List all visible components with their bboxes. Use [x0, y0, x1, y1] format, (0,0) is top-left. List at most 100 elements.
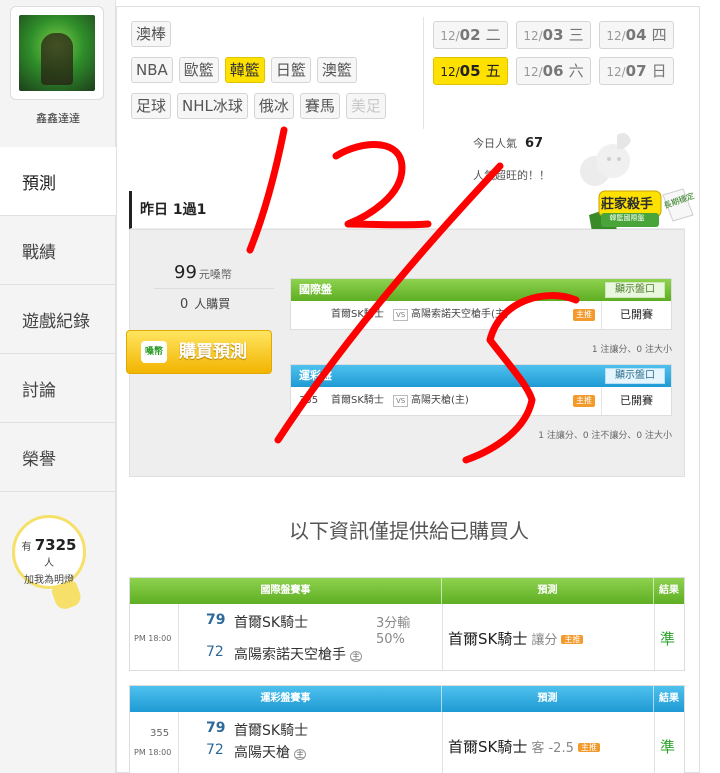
date-weekday: 六 [568, 62, 584, 80]
intl-market-note: 1 注讓分、0 注大小 [591, 345, 672, 355]
col-prediction: 預測 [442, 686, 654, 712]
follower-suffix: 人 [44, 558, 54, 569]
date-weekday: 五 [485, 62, 501, 80]
buyers-count: 0 [180, 297, 189, 312]
date-1207[interactable]: 12/07 日 [599, 57, 674, 85]
main-panel: 澳棒 NBA 歐籃 韓籃 日籃 澳籃 足球 NHL冰球 俄冰 賽馬 美足 12/… [116, 6, 700, 773]
home-icon: 主 [294, 749, 306, 760]
tab-soccer[interactable]: 足球 [131, 93, 172, 119]
sport-market-box: 運彩盤 顯示盤口 355 首爾SK騎士 VS 高陽天槍(主) 主推 已開賽 [290, 364, 672, 416]
vs-icon: VS [393, 395, 409, 407]
main-pick-tag: 主推 [573, 395, 595, 407]
follow-bulb[interactable]: 有 7325 人 加我為明燈 [12, 515, 86, 589]
pick: 首爾SK騎士 讓分 主推 [448, 628, 584, 649]
sport-market-header: 運彩盤 顯示盤口 [291, 365, 671, 387]
price-divider [154, 288, 274, 289]
badge-main-text: 莊家殺手 [600, 197, 653, 212]
buyers: 0 人購買 [180, 295, 230, 312]
pick-type: 讓分 [531, 633, 558, 648]
date-month: 12/ [606, 29, 626, 43]
table-header: 運彩盤賽事 預測 結果 [130, 686, 684, 712]
date-1206[interactable]: 12/06 六 [516, 57, 591, 85]
sidebar: 鑫鑫達達 預測 戰績 遊戲紀錄 討論 榮譽 有 7325 人 加我為明燈 [0, 0, 117, 773]
away-score: 79 [206, 612, 226, 628]
home-team: 高陽天槍 [234, 745, 290, 761]
result-hit: 準 [660, 630, 676, 648]
date-1205[interactable]: 12/05 五 [433, 57, 508, 85]
nav-item-game-history[interactable]: 遊戲紀錄 [0, 285, 116, 354]
price-amount: 99 [174, 262, 197, 283]
sport-row-1: 澳棒 [131, 21, 421, 47]
nav-item-record[interactable]: 戰績 [0, 216, 116, 285]
coin-icon: 嗓幣 [141, 341, 167, 363]
away-team: 首爾SK騎士 [234, 615, 309, 631]
buy-prediction-button[interactable]: 嗓幣 購買預測 [126, 330, 272, 374]
date-day: 04 [625, 26, 647, 44]
tab-japan-basketball[interactable]: 日籃 [270, 57, 311, 83]
divider [423, 17, 424, 129]
tab-korea-basketball[interactable]: 韓籃 [224, 57, 265, 83]
col-divider [178, 712, 179, 773]
table-row: 355 PM 18:00 79 首爾SK騎士 72 高陽天槍主 首爾SK騎士客 … [130, 712, 684, 773]
sport-row-2: NBA 歐籃 韓籃 日籃 澳籃 [131, 57, 421, 83]
intl-result-table: 國際盤賽事 預測 結果 PM 18:00 79 首爾SK騎士 72 高陽索諾天空… [129, 577, 685, 671]
date-month: 12/ [440, 65, 460, 79]
game-time: PM 18:00 [134, 748, 172, 757]
pick-team: 首爾SK騎士 [448, 738, 528, 756]
username[interactable]: 鑫鑫達達 [0, 110, 116, 126]
date-1203[interactable]: 12/03 三 [516, 21, 591, 49]
tab-nhl[interactable]: NHL冰球 [177, 93, 248, 119]
vs-icon: VS [393, 309, 409, 321]
main-pick-tag: 主推 [577, 743, 600, 752]
show-odds-button[interactable]: 顯示盤口 [605, 368, 665, 384]
date-1202[interactable]: 12/02 二 [433, 21, 508, 49]
sport-market-note: 1 注讓分、0 注不讓分、0 注大小 [538, 431, 672, 441]
game-time: PM 18:00 [134, 634, 172, 643]
nav-item-discussion[interactable]: 討論 [0, 354, 116, 423]
intl-market-box: 國際盤 顯示盤口 首爾SK騎士 VS 高陽索諾天空槍手(主) 主推 已開賽 [290, 278, 672, 330]
date-day: 06 [542, 62, 564, 80]
date-selector: 12/02 二 12/03 三 12/04 四 12/05 五 12/06 六 … [433, 21, 695, 85]
table-header: 國際盤賽事 預測 結果 [130, 578, 684, 604]
date-weekday: 二 [485, 26, 501, 44]
pick-type: 客 -2.5 [531, 741, 574, 756]
home-icon: 主 [350, 651, 362, 662]
price: 99 元嗓幣 [174, 262, 232, 283]
popularity-label: 今日人氣 [473, 137, 517, 150]
date-1204[interactable]: 12/04 四 [599, 21, 674, 49]
tab-euro-basketball[interactable]: 歐籃 [178, 57, 219, 83]
buy-button-label: 購買預測 [179, 342, 247, 362]
date-month: 12/ [606, 65, 626, 79]
col-divider [654, 604, 655, 670]
home-team: 高陽索諾天空槍手(主) [411, 309, 509, 320]
game-status: 已開賽 [601, 301, 671, 329]
date-month: 12/ [523, 65, 543, 79]
tab-russia-hockey[interactable]: 俄冰 [253, 93, 294, 119]
intl-market-row: 首爾SK騎士 VS 高陽索諾天空槍手(主) 主推 已開賽 [291, 301, 671, 329]
sidebar-nav: 預測 戰績 遊戲紀錄 討論 榮譽 [0, 147, 117, 492]
price-unit: 元嗓幣 [198, 268, 232, 281]
table-row: PM 18:00 79 首爾SK騎士 72 高陽索諾天空槍手主 3分輸 50% … [130, 604, 684, 670]
away-score: 79 [206, 720, 226, 736]
tab-nba[interactable]: NBA [131, 57, 173, 83]
show-odds-button[interactable]: 顯示盤口 [605, 282, 665, 298]
col-prediction: 預測 [442, 578, 654, 604]
tab-horse-racing[interactable]: 賽馬 [299, 93, 340, 119]
game-number: 355 [299, 395, 319, 406]
date-weekday: 三 [568, 26, 584, 44]
sport-result-table: 運彩盤賽事 預測 結果 355 PM 18:00 79 首爾SK騎士 72 高陽… [129, 685, 685, 773]
odds: 3分輸 [376, 616, 411, 631]
home-team: 高陽索諾天空槍手 [234, 647, 346, 663]
tab-aus-baseball[interactable]: 澳棒 [131, 21, 172, 47]
nav-item-honor[interactable]: 榮譽 [0, 423, 116, 492]
intl-market-title: 國際盤 [299, 283, 332, 296]
nav-item-predict[interactable]: 預測 [0, 147, 117, 216]
home-team-cell: 高陽索諾天空槍手主 [234, 644, 362, 664]
tab-american-football: 美足 [345, 93, 386, 119]
main-pick-tag: 主推 [573, 309, 595, 321]
follower-prefix: 有 [21, 542, 32, 553]
col-divider [442, 604, 443, 670]
tab-aus-basketball[interactable]: 澳籃 [316, 57, 357, 83]
avatar[interactable] [10, 6, 104, 100]
date-weekday: 四 [651, 26, 667, 44]
